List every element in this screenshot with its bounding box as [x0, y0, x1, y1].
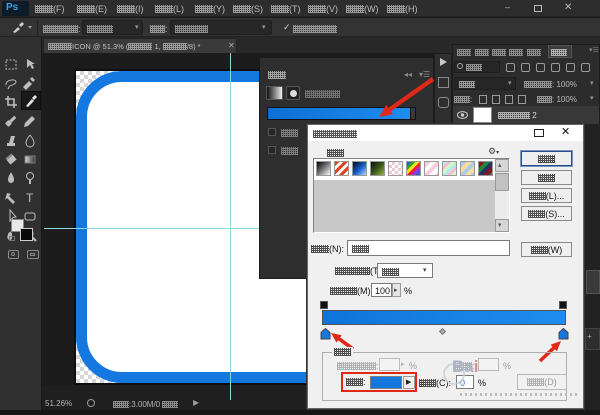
- svg-text:T: T: [26, 191, 34, 205]
